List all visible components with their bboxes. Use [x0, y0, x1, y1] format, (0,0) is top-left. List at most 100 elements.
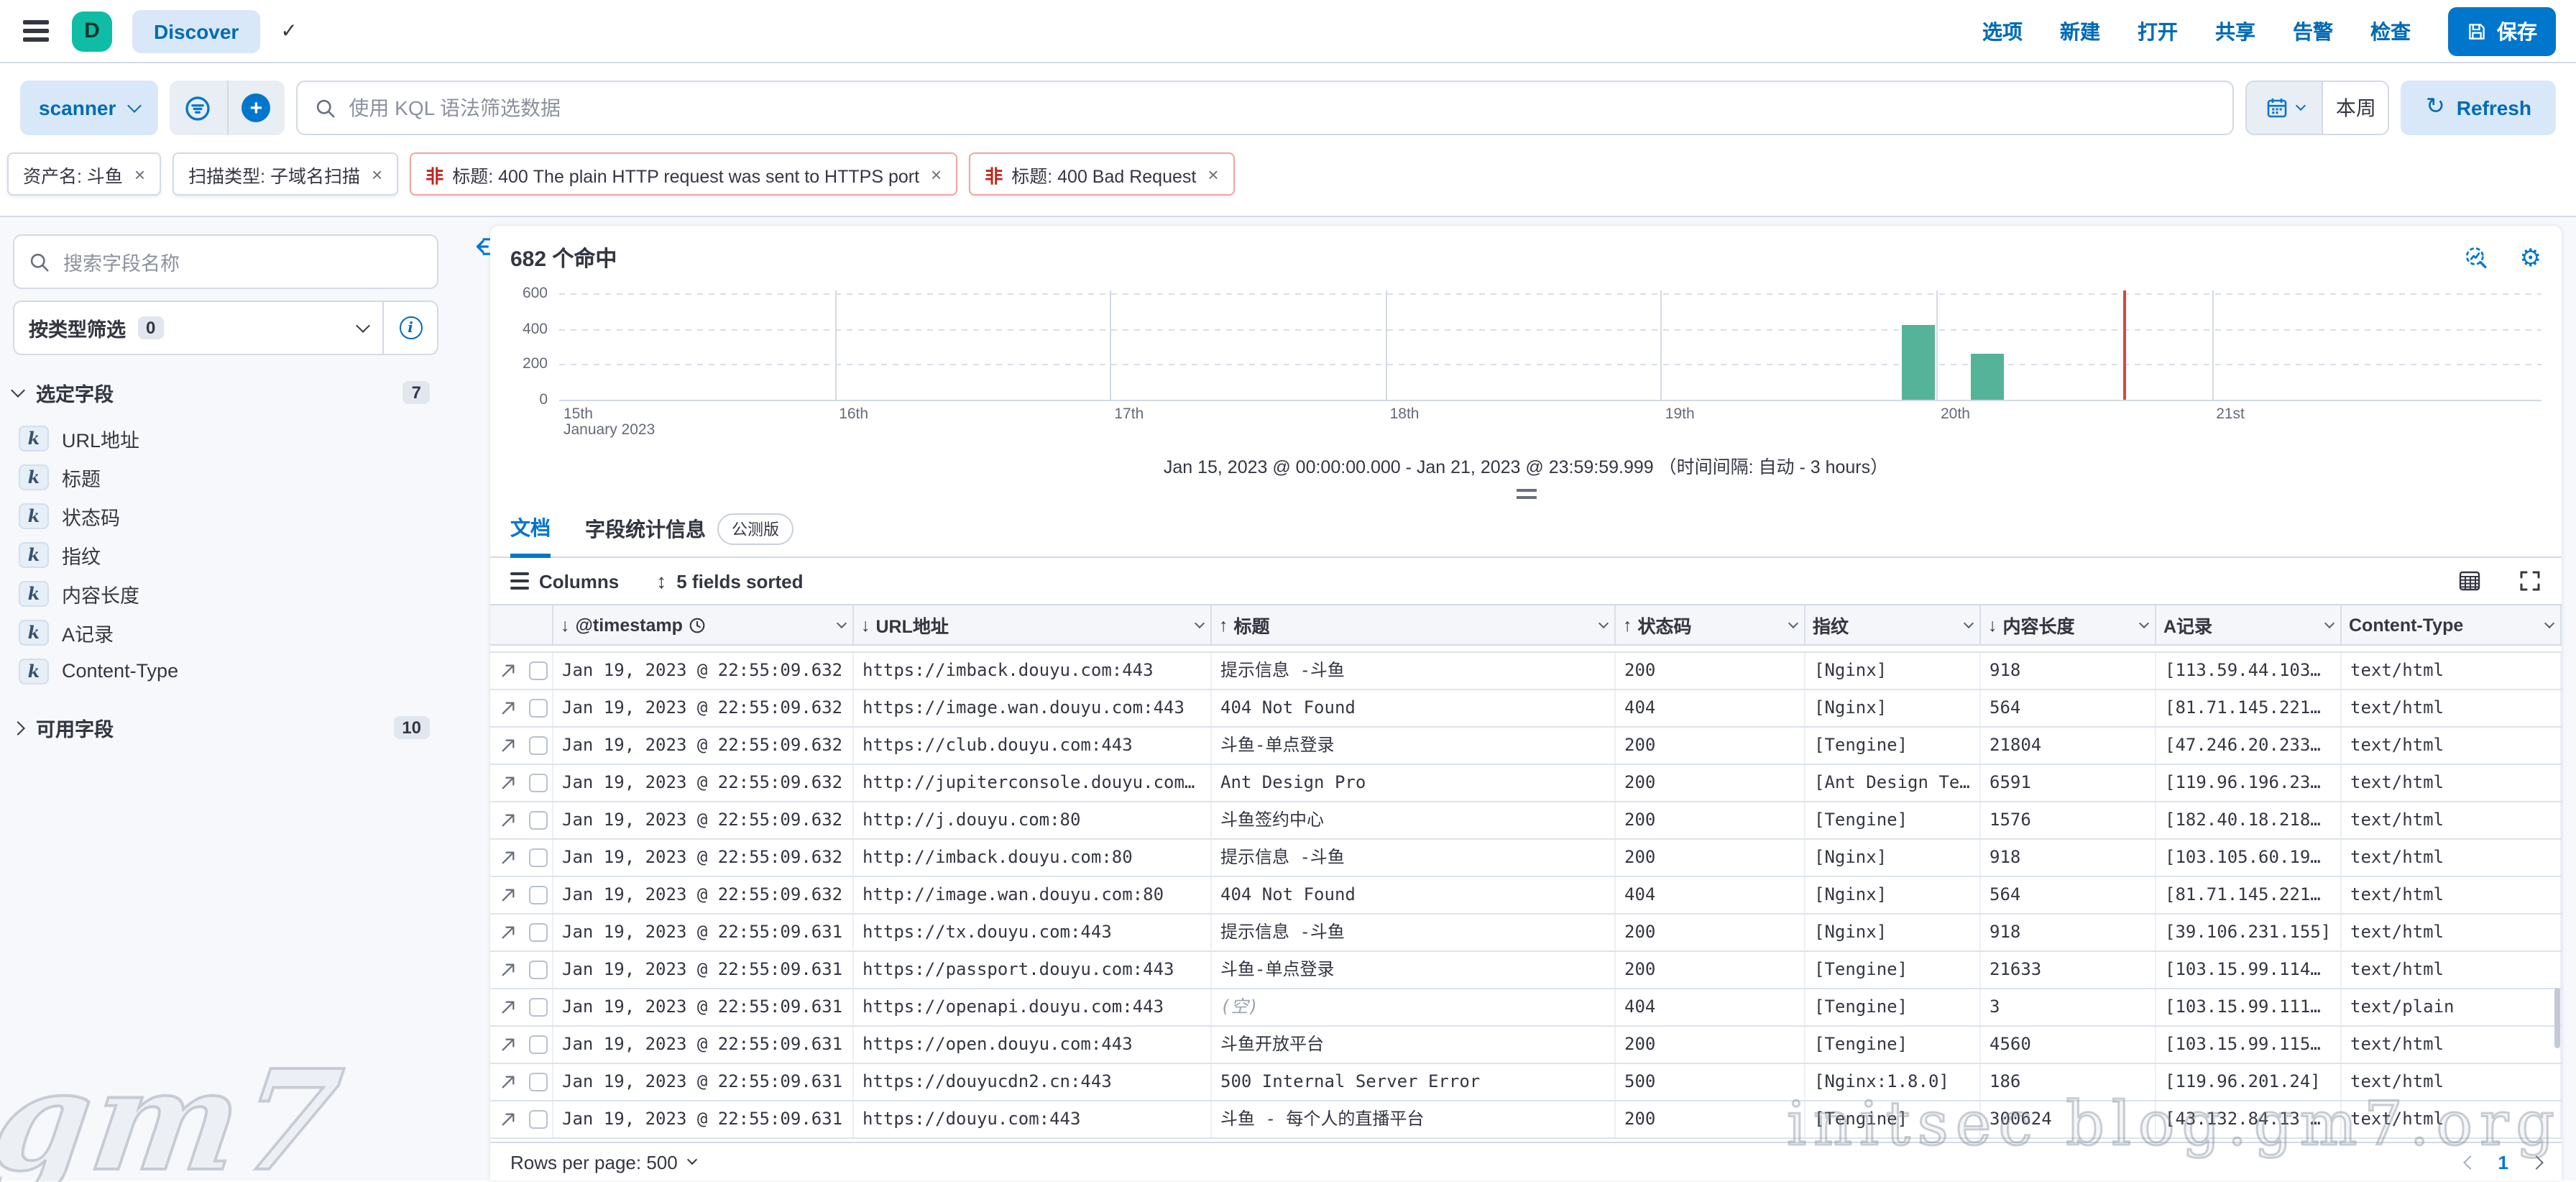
- row-checkbox[interactable]: [529, 1073, 548, 1091]
- column-header[interactable]: ↓@timestamp: [553, 605, 854, 644]
- check-icon[interactable]: ✓: [280, 19, 297, 43]
- topnav-link[interactable]: 新建: [2060, 17, 2100, 45]
- row-checkbox[interactable]: [529, 848, 548, 867]
- add-filter-button[interactable]: +: [226, 81, 284, 135]
- row-checkbox[interactable]: [529, 886, 548, 904]
- resize-handle[interactable]: [490, 489, 2562, 499]
- close-icon[interactable]: ×: [134, 163, 145, 185]
- table-cell: 200: [1616, 840, 1806, 876]
- sidebar-field-item[interactable]: k内容长度: [13, 574, 438, 613]
- close-icon[interactable]: ×: [1208, 163, 1218, 185]
- chevron-down-icon[interactable]: [1195, 618, 1205, 628]
- expand-document-button[interactable]: [490, 1027, 525, 1063]
- tab-documents[interactable]: 文档: [510, 505, 551, 558]
- time-range-label[interactable]: 本周: [2324, 82, 2388, 134]
- topnav-link[interactable]: 打开: [2138, 17, 2178, 45]
- column-header[interactable]: ↑标题: [1212, 605, 1616, 644]
- row-checkbox[interactable]: [529, 774, 548, 792]
- chevron-down-icon[interactable]: [837, 618, 847, 628]
- available-fields-section-header[interactable]: 可用字段 10: [13, 713, 438, 742]
- sort-fields-button[interactable]: ↕ 5 fields sorted: [656, 569, 803, 592]
- fullscreen-icon[interactable]: [2518, 569, 2542, 592]
- chevron-down-icon[interactable]: [1598, 618, 1609, 628]
- sidebar-field-item[interactable]: kContent-Type: [13, 651, 438, 690]
- expand-document-button[interactable]: [490, 690, 525, 726]
- table-cell: [Nginx]: [1806, 877, 1981, 913]
- close-icon[interactable]: ×: [372, 163, 382, 185]
- chevron-down-icon[interactable]: [1788, 618, 1798, 628]
- topnav-link[interactable]: 选项: [1982, 17, 2023, 45]
- topnav-link[interactable]: 检查: [2370, 17, 2411, 45]
- column-header[interactable]: Content-Type: [2342, 605, 2562, 644]
- row-checkbox[interactable]: [529, 661, 548, 680]
- rows-per-page-button[interactable]: Rows per page: 500: [510, 1151, 696, 1173]
- calendar-menu-button[interactable]: [2248, 82, 2324, 134]
- expand-document-button[interactable]: [490, 840, 525, 876]
- expand-document-button[interactable]: [490, 952, 525, 988]
- column-header[interactable]: ↓内容长度: [1981, 605, 2156, 644]
- expand-document-button[interactable]: [490, 989, 525, 1025]
- expand-document-button[interactable]: [490, 1101, 525, 1137]
- columns-button[interactable]: Columns: [510, 570, 619, 592]
- save-button[interactable]: 保存: [2448, 6, 2556, 55]
- row-checkbox[interactable]: [529, 1110, 548, 1129]
- sidebar-field-item[interactable]: k标题: [13, 457, 438, 496]
- filter-pill[interactable]: 非标题: 400 Bad Request×: [969, 152, 1234, 196]
- sidebar-field-item[interactable]: k状态码: [13, 496, 438, 535]
- histogram[interactable]: 020040060015th16th17th18th19th20th21stJa…: [490, 279, 2542, 440]
- sidebar-field-item[interactable]: kURL地址: [13, 418, 438, 457]
- row-checkbox[interactable]: [529, 961, 548, 979]
- filter-pill[interactable]: 资产名: 斗鱼×: [7, 152, 161, 196]
- chevron-down-icon[interactable]: [1964, 618, 1974, 628]
- row-checkbox[interactable]: [529, 998, 548, 1017]
- row-checkbox[interactable]: [529, 923, 548, 942]
- display-options-icon[interactable]: [2458, 569, 2481, 592]
- sidebar-field-item[interactable]: kA记录: [13, 613, 438, 651]
- histogram-bar[interactable]: [1902, 325, 1935, 400]
- expand-document-button[interactable]: [490, 728, 525, 764]
- menu-hamburger-icon[interactable]: [23, 21, 49, 42]
- filter-pill[interactable]: 扫描类型: 子域名扫描×: [172, 152, 398, 196]
- topnav-link[interactable]: 告警: [2293, 17, 2333, 45]
- row-checkbox[interactable]: [529, 736, 548, 755]
- row-checkbox[interactable]: [529, 811, 548, 830]
- chevron-down-icon[interactable]: [2324, 618, 2334, 628]
- chevron-down-icon[interactable]: [2139, 618, 2149, 628]
- sidebar-field-item[interactable]: k指纹: [13, 535, 438, 574]
- chevron-down-icon[interactable]: [2544, 618, 2554, 628]
- saved-query-menu-button[interactable]: [169, 81, 226, 135]
- field-search-input[interactable]: 搜索字段名称: [13, 234, 438, 289]
- vertical-scrollbar-thumb[interactable]: [2554, 988, 2560, 1048]
- column-header[interactable]: A记录: [2156, 605, 2342, 644]
- app-logo[interactable]: D: [72, 11, 112, 51]
- kql-search-input[interactable]: 使用 KQL 语法筛选数据: [295, 81, 2235, 135]
- next-page-icon[interactable]: [2529, 1155, 2544, 1169]
- data-view-selector[interactable]: scanner: [20, 81, 157, 135]
- close-icon[interactable]: ×: [931, 163, 942, 185]
- gear-icon[interactable]: ⚙: [2520, 246, 2542, 270]
- topnav-link[interactable]: 共享: [2215, 17, 2255, 45]
- expand-document-button[interactable]: [490, 877, 525, 913]
- row-checkbox[interactable]: [529, 1035, 548, 1054]
- x-axis-tick-label: 16th: [839, 406, 868, 423]
- inspect-chart-icon[interactable]: [2464, 246, 2488, 270]
- page-number[interactable]: 1: [2498, 1151, 2508, 1173]
- column-header[interactable]: 指纹: [1806, 605, 1981, 644]
- expand-document-button[interactable]: [490, 765, 525, 801]
- field-info-button[interactable]: i: [382, 302, 437, 354]
- column-header[interactable]: ↑状态码: [1616, 605, 1806, 644]
- row-checkbox[interactable]: [529, 699, 548, 718]
- discover-nav-pill[interactable]: Discover: [132, 9, 260, 52]
- previous-page-icon[interactable]: [2463, 1155, 2478, 1169]
- expand-document-button[interactable]: [490, 653, 525, 689]
- filter-by-type-button[interactable]: 按类型筛选 0: [14, 302, 382, 354]
- expand-document-button[interactable]: [490, 1064, 525, 1100]
- expand-document-button[interactable]: [490, 915, 525, 950]
- selected-fields-section-header[interactable]: 选定字段 7: [13, 378, 438, 407]
- expand-document-button[interactable]: [490, 802, 525, 838]
- filter-pill[interactable]: 非标题: 400 The plain HTTP request was sent…: [410, 152, 957, 196]
- histogram-bar[interactable]: [1971, 353, 2004, 400]
- tab-field-statistics[interactable]: 字段统计信息 公测版: [585, 505, 794, 556]
- column-header[interactable]: ↓URL地址: [854, 605, 1212, 644]
- refresh-button[interactable]: ↻ Refresh: [2401, 81, 2556, 135]
